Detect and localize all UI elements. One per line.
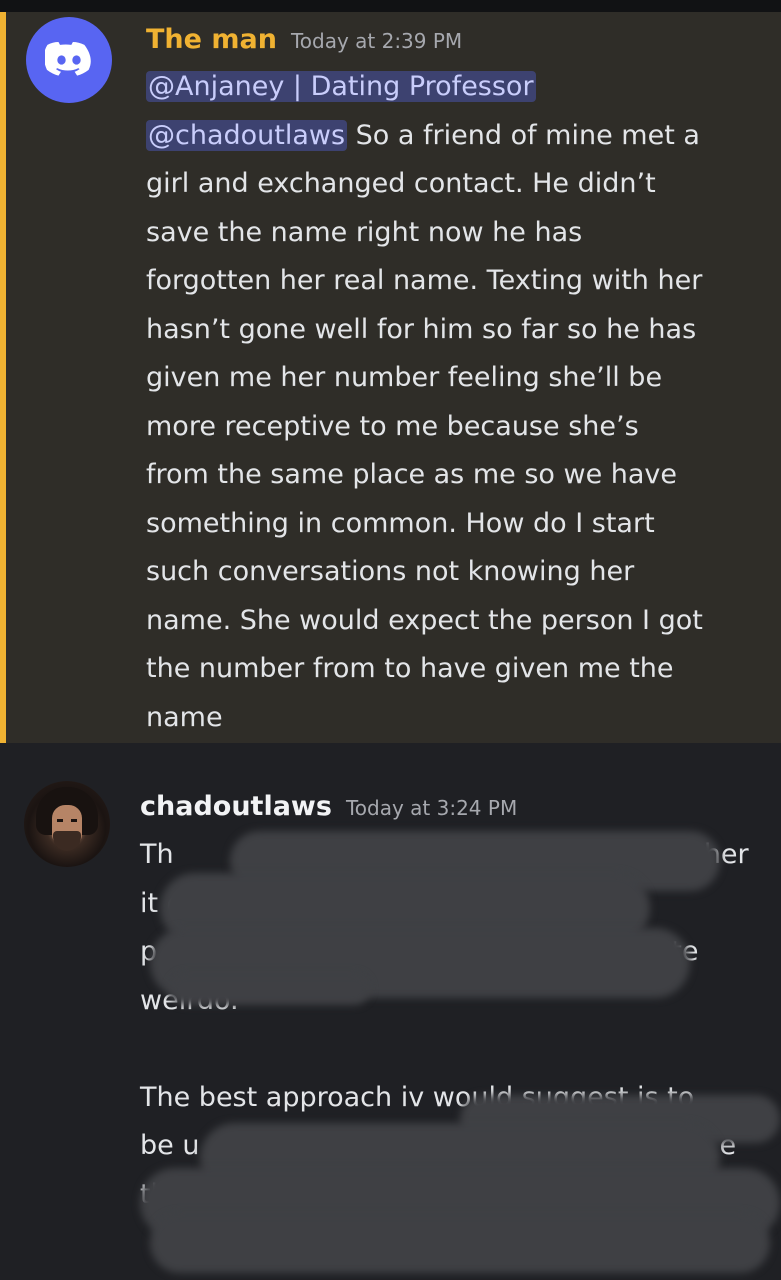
timestamp: Today at 2:39 PM [290, 29, 463, 53]
content-text: So a friend of mine met a [355, 119, 700, 151]
message-header: chadoutlaws Today at 3:24 PM [140, 791, 517, 822]
content-line: forgotten her real name. Texting with he… [146, 265, 703, 296]
content-text: Th [140, 839, 174, 870]
content-line: save the name right now he has [146, 216, 583, 248]
author-name[interactable]: chadoutlaws [140, 791, 332, 822]
content-line: girl and exchanged contact. He didn’t [146, 168, 656, 199]
content-line: @chadoutlaws So a friend of mine met a [146, 112, 766, 161]
content-line: such conversations not knowing her [146, 556, 635, 587]
content-line [140, 1025, 760, 1074]
message-header: The man Today at 2:39 PM [146, 24, 462, 55]
content-line: more receptive to me because she’s [146, 410, 639, 442]
content-text: be u [140, 1130, 200, 1161]
message-content: @Anjaney | Dating Professor @chadoutlaws… [146, 63, 766, 742]
message-highlighted[interactable]: The man Today at 2:39 PM @Anjaney | Datin… [0, 12, 781, 743]
content-line: something in common. How do I start [146, 507, 655, 539]
user-photo-avatar[interactable] [24, 781, 110, 867]
mention-anjaney[interactable]: @Anjaney | Dating Professor [146, 71, 536, 102]
top-bar [0, 0, 781, 12]
message[interactable]: chadoutlawsToday at 3:24 PM Thation, eit… [0, 743, 781, 1280]
redaction-scribble [150, 1213, 770, 1273]
redaction-scribble [170, 973, 370, 1005]
timestamp: Today at 3:24 PM [345, 796, 518, 820]
content-line: from the same place as me so we have [146, 459, 678, 490]
content-line: given me her number feeling she’ll be [146, 362, 663, 393]
content-line: @Anjaney | Dating Professor [146, 63, 766, 112]
content-line: name. She would expect the person I got [146, 604, 703, 636]
content-line: the number from to have given me the [146, 653, 674, 684]
author-name[interactable]: The man [146, 24, 277, 55]
content-line: hasn’t gone well for him so far so he ha… [146, 313, 697, 345]
discord-logo-icon[interactable] [26, 17, 112, 103]
mention-chadoutlaws[interactable]: @chadoutlaws [146, 119, 348, 151]
content-line: name [146, 701, 223, 733]
